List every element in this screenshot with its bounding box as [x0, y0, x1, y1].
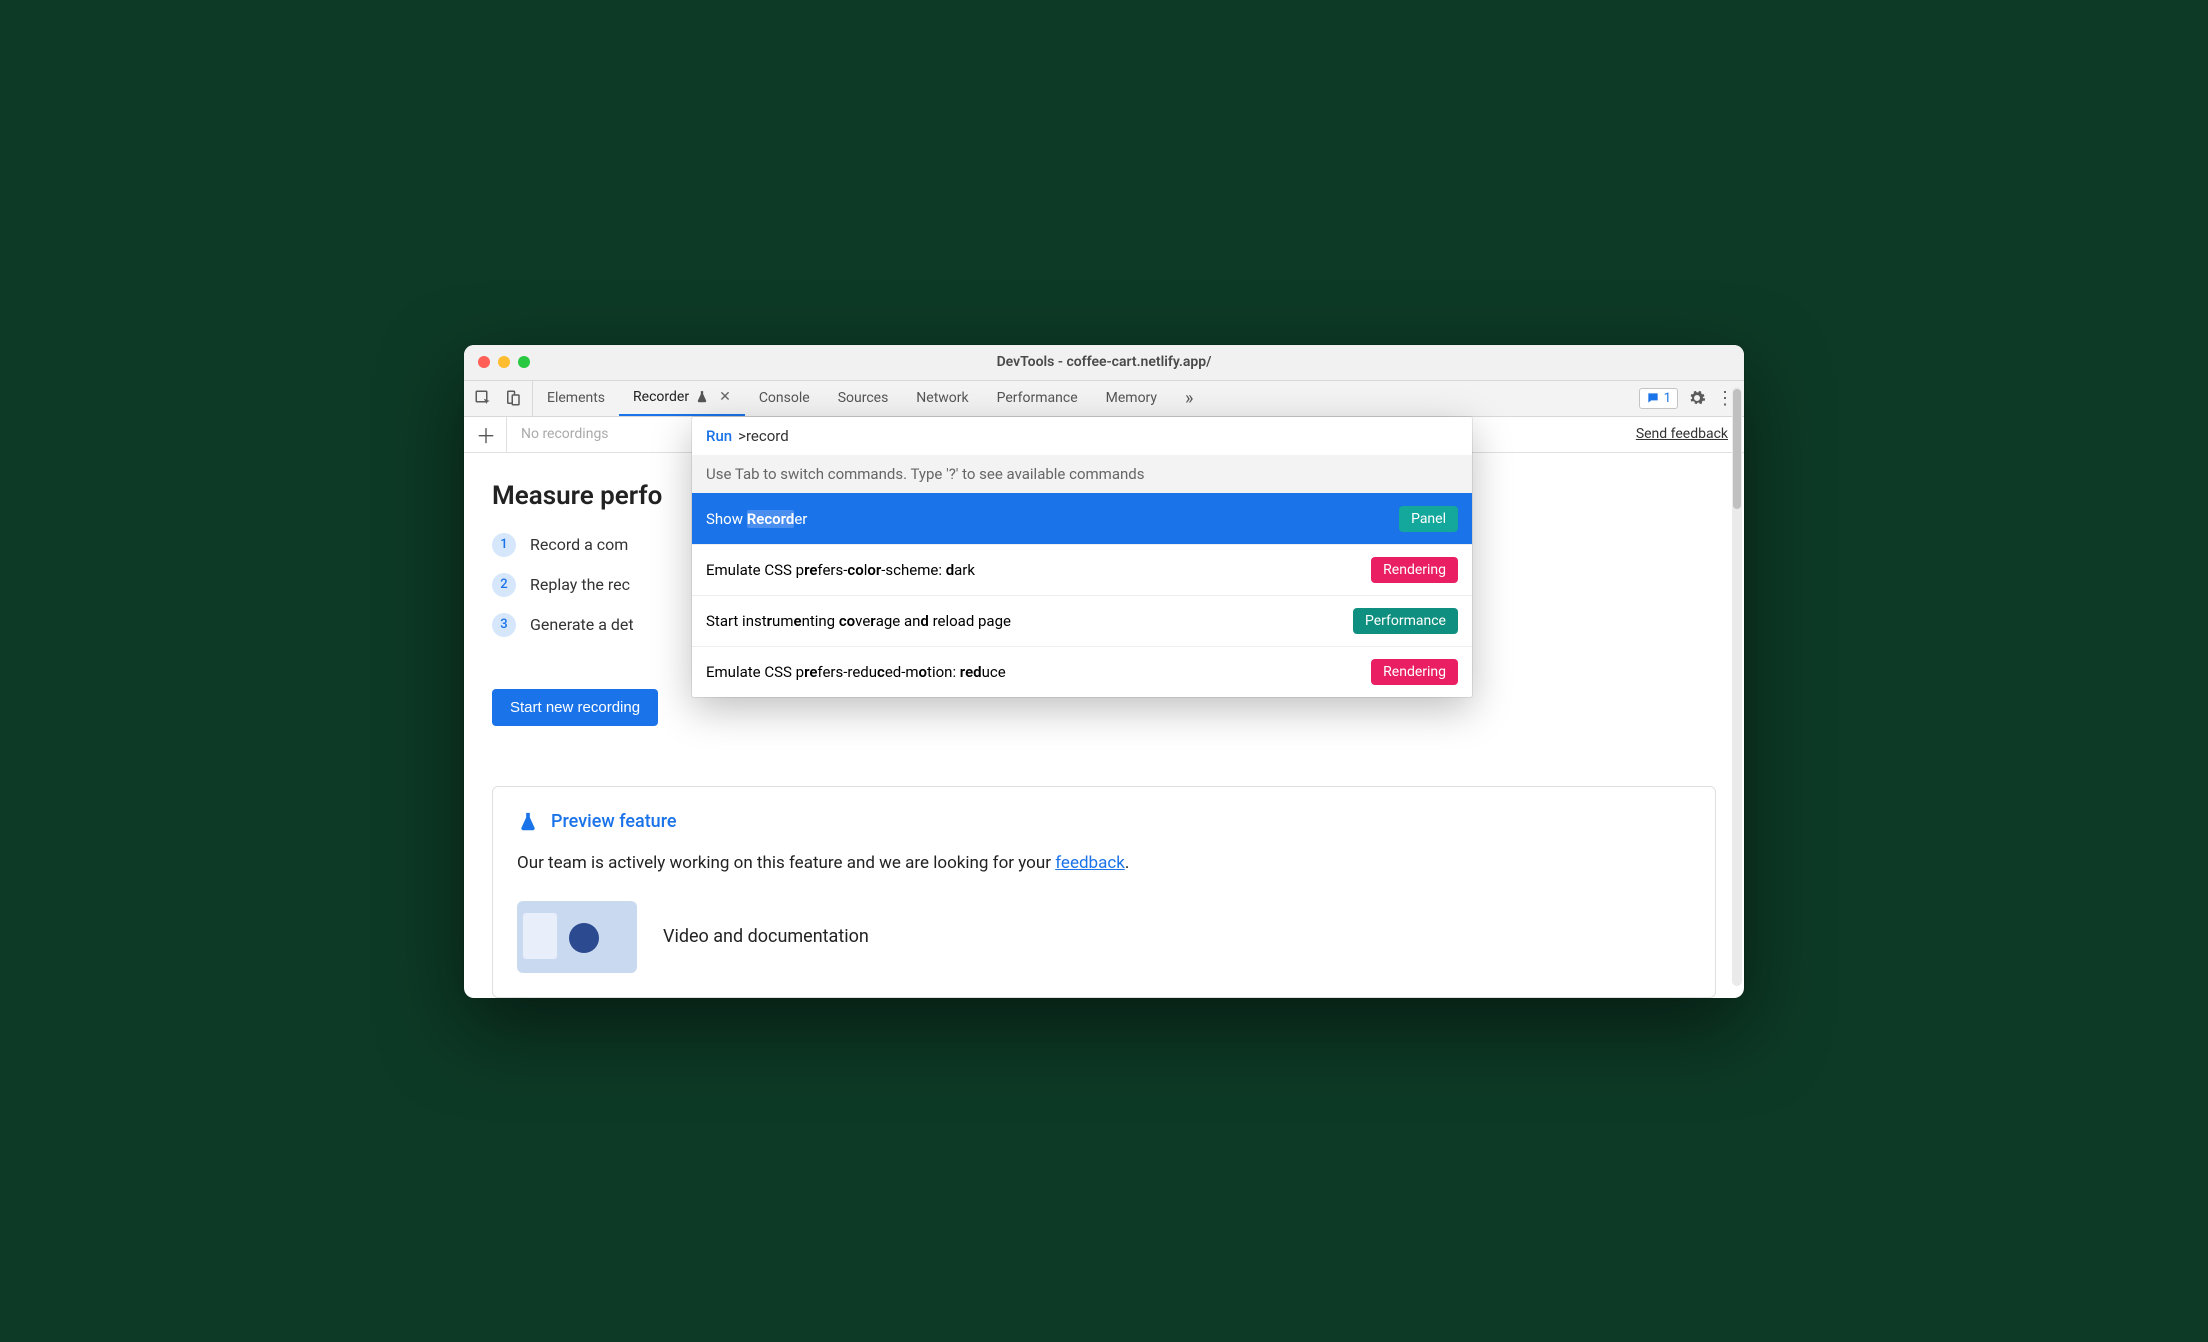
tab-sources[interactable]: Sources: [824, 381, 903, 416]
titlebar: DevTools - coffee-cart.netlify.app/: [464, 345, 1744, 381]
command-item-label: Emulate CSS prefers-reduced-motion: redu…: [706, 663, 1371, 681]
preview-card: Preview feature Our team is actively wor…: [492, 786, 1716, 998]
command-item-badge: Rendering: [1371, 659, 1458, 685]
tab-console[interactable]: Console: [745, 381, 824, 416]
step-text: Generate a det: [530, 615, 634, 634]
inspect-element-icon[interactable]: [474, 389, 492, 407]
tab-performance[interactable]: Performance: [983, 381, 1092, 416]
toolbar-right: 1 ⋮: [1629, 388, 1744, 409]
close-tab-icon[interactable]: ✕: [715, 389, 731, 405]
step-text: Replay the rec: [530, 575, 630, 594]
toolbar: Elements Recorder ✕ Console Sources Netw…: [464, 381, 1744, 417]
preview-header: Preview feature: [517, 811, 1691, 833]
message-icon: [1646, 391, 1660, 405]
video-thumbnail[interactable]: [517, 901, 637, 973]
command-hint: Use Tab to switch commands. Type '?' to …: [692, 455, 1472, 493]
scrollbar[interactable]: [1732, 387, 1742, 986]
toolbar-left-icons: [464, 381, 533, 416]
command-item-reduced-motion[interactable]: Emulate CSS prefers-reduced-motion: redu…: [692, 646, 1472, 697]
close-window-button[interactable]: [478, 356, 490, 368]
command-item-badge: Panel: [1399, 506, 1458, 532]
tab-memory[interactable]: Memory: [1092, 381, 1171, 416]
recordings-placeholder: No recordings: [507, 426, 609, 442]
command-query: >record: [738, 427, 789, 445]
command-item-show-recorder[interactable]: Show Recorder Panel: [692, 493, 1472, 544]
window-title: DevTools - coffee-cart.netlify.app/: [464, 354, 1744, 370]
step-number: 1: [492, 533, 516, 557]
gear-icon[interactable]: [1688, 389, 1706, 407]
step-number: 2: [492, 573, 516, 597]
command-item-emulate-dark[interactable]: Emulate CSS prefers-color-scheme: dark R…: [692, 544, 1472, 595]
command-input[interactable]: Run >record: [692, 417, 1472, 455]
doc-row: Video and documentation: [517, 901, 1691, 973]
tab-network[interactable]: Network: [902, 381, 982, 416]
command-item-label: Emulate CSS prefers-color-scheme: dark: [706, 561, 1371, 579]
command-item-coverage[interactable]: Start instrumenting coverage and reload …: [692, 595, 1472, 646]
tab-label: Elements: [547, 390, 605, 406]
doc-title: Video and documentation: [663, 926, 869, 947]
command-run-label: Run: [706, 427, 736, 445]
device-toolbar-icon[interactable]: [504, 389, 522, 407]
step-number: 3: [492, 613, 516, 637]
devtools-window: DevTools - coffee-cart.netlify.app/ Elem…: [464, 345, 1744, 998]
messages-count: 1: [1664, 391, 1671, 406]
preview-text: Our team is actively working on this fea…: [517, 853, 1691, 873]
preview-text-prefix: Our team is actively working on this fea…: [517, 853, 1055, 873]
send-feedback-link[interactable]: Send feedback: [1636, 426, 1736, 442]
tabs: Elements Recorder ✕ Console Sources Netw…: [533, 381, 1629, 416]
messages-badge[interactable]: 1: [1639, 388, 1678, 409]
command-item-label: Show Recorder: [706, 510, 1399, 528]
tab-label: Sources: [838, 390, 889, 406]
preview-text-suffix: .: [1125, 853, 1129, 873]
add-recording-button[interactable]: ＋: [472, 417, 507, 452]
tab-label: Memory: [1106, 390, 1157, 406]
more-tabs[interactable]: »: [1171, 381, 1207, 416]
command-item-label: Start instrumenting coverage and reload …: [706, 612, 1353, 630]
command-menu: Run >record Use Tab to switch commands. …: [692, 417, 1472, 697]
tab-label: Recorder: [633, 389, 689, 405]
tab-recorder[interactable]: Recorder ✕: [619, 381, 745, 416]
command-item-badge: Performance: [1353, 608, 1458, 634]
tab-label: Console: [759, 390, 810, 406]
step-text: Record a com: [530, 535, 628, 554]
start-recording-button[interactable]: Start new recording: [492, 689, 658, 726]
command-item-badge: Rendering: [1371, 557, 1458, 583]
tab-elements[interactable]: Elements: [533, 381, 619, 416]
fullscreen-window-button[interactable]: [518, 356, 530, 368]
tab-label: Performance: [997, 390, 1078, 406]
flask-icon: [695, 390, 709, 404]
traffic-lights: [464, 356, 530, 368]
flask-icon: [517, 811, 539, 833]
feedback-link[interactable]: feedback: [1055, 853, 1125, 873]
preview-heading: Preview feature: [551, 811, 677, 832]
minimize-window-button[interactable]: [498, 356, 510, 368]
tab-label: Network: [916, 390, 968, 406]
